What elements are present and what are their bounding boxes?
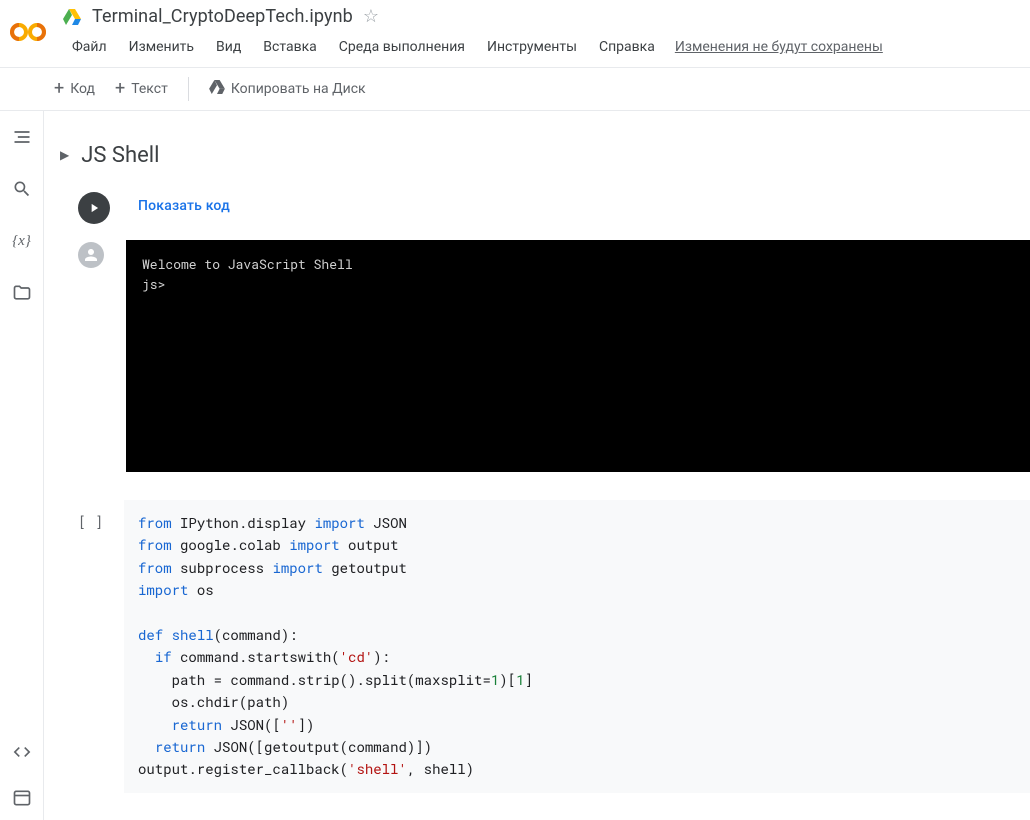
terminal-icon[interactable] xyxy=(10,786,34,810)
menu-edit[interactable]: Изменить xyxy=(119,35,204,59)
code-editor[interactable]: from IPython.display import JSON from go… xyxy=(124,500,1030,793)
colab-logo[interactable] xyxy=(8,12,48,52)
terminal-line: Welcome to JavaScript Shell xyxy=(142,255,353,273)
menu-view[interactable]: Вид xyxy=(206,35,251,59)
add-code-label: Код xyxy=(70,81,95,97)
add-text-label: Текст xyxy=(131,81,168,97)
star-icon[interactable]: ☆ xyxy=(363,6,379,27)
header-main: Terminal_CryptoDeepTech.ipynb ☆ Файл Изм… xyxy=(62,6,1022,67)
section-header: ▶ JS Shell xyxy=(44,115,1030,168)
terminal-output[interactable]: Welcome to JavaScript Shell js> xyxy=(126,240,1030,472)
cell-hidden-code: Показать код xyxy=(44,168,1030,224)
toolbar-separator xyxy=(188,77,189,101)
terminal-line: js> xyxy=(142,275,165,293)
notebook-content: ▶ JS Shell Показать код Welcome to JavaS… xyxy=(44,111,1030,820)
menu-tools[interactable]: Инструменты xyxy=(477,35,587,59)
menu-help[interactable]: Справка xyxy=(589,35,665,59)
add-code-button[interactable]: + Код xyxy=(44,74,105,104)
drive-icon xyxy=(62,7,82,27)
left-rail: {x} xyxy=(0,111,44,820)
run-button[interactable] xyxy=(78,192,110,224)
plus-icon: + xyxy=(115,80,125,98)
copy-to-drive-label: Копировать на Диск xyxy=(231,81,366,97)
header: Terminal_CryptoDeepTech.ipynb ☆ Файл Изм… xyxy=(0,0,1030,67)
cell-output-row: Welcome to JavaScript Shell js> xyxy=(44,224,1030,472)
files-icon[interactable] xyxy=(10,281,34,305)
title-row: Terminal_CryptoDeepTech.ipynb ☆ xyxy=(62,6,1022,27)
toc-icon[interactable] xyxy=(10,125,34,149)
user-avatar-icon xyxy=(78,242,104,268)
body: {x} ▶ JS Shell Показать код xyxy=(0,111,1030,820)
collapse-caret-icon[interactable]: ▶ xyxy=(60,148,69,162)
section-title: JS Shell xyxy=(81,143,159,168)
plus-icon: + xyxy=(54,80,64,98)
variables-icon[interactable]: {x} xyxy=(10,229,34,253)
menu-runtime[interactable]: Среда выполнения xyxy=(329,35,475,59)
cell-execution-count: [ ] xyxy=(78,500,108,793)
menu-file[interactable]: Файл xyxy=(62,35,117,59)
drive-icon xyxy=(209,80,225,98)
document-title[interactable]: Terminal_CryptoDeepTech.ipynb xyxy=(92,6,353,27)
toolbar: + Код + Текст Копировать на Диск xyxy=(0,67,1030,111)
add-text-button[interactable]: + Текст xyxy=(105,74,178,104)
menu-bar: Файл Изменить Вид Вставка Среда выполнен… xyxy=(62,29,1022,67)
code-cell: [ ] from IPython.display import JSON fro… xyxy=(78,500,1030,793)
save-status[interactable]: Изменения не будут сохранены xyxy=(675,39,883,55)
search-icon[interactable] xyxy=(10,177,34,201)
copy-to-drive-button[interactable]: Копировать на Диск xyxy=(199,74,376,104)
menu-insert[interactable]: Вставка xyxy=(253,35,326,59)
code-snippets-icon[interactable] xyxy=(10,740,34,764)
show-code-link[interactable]: Показать код xyxy=(138,192,230,214)
